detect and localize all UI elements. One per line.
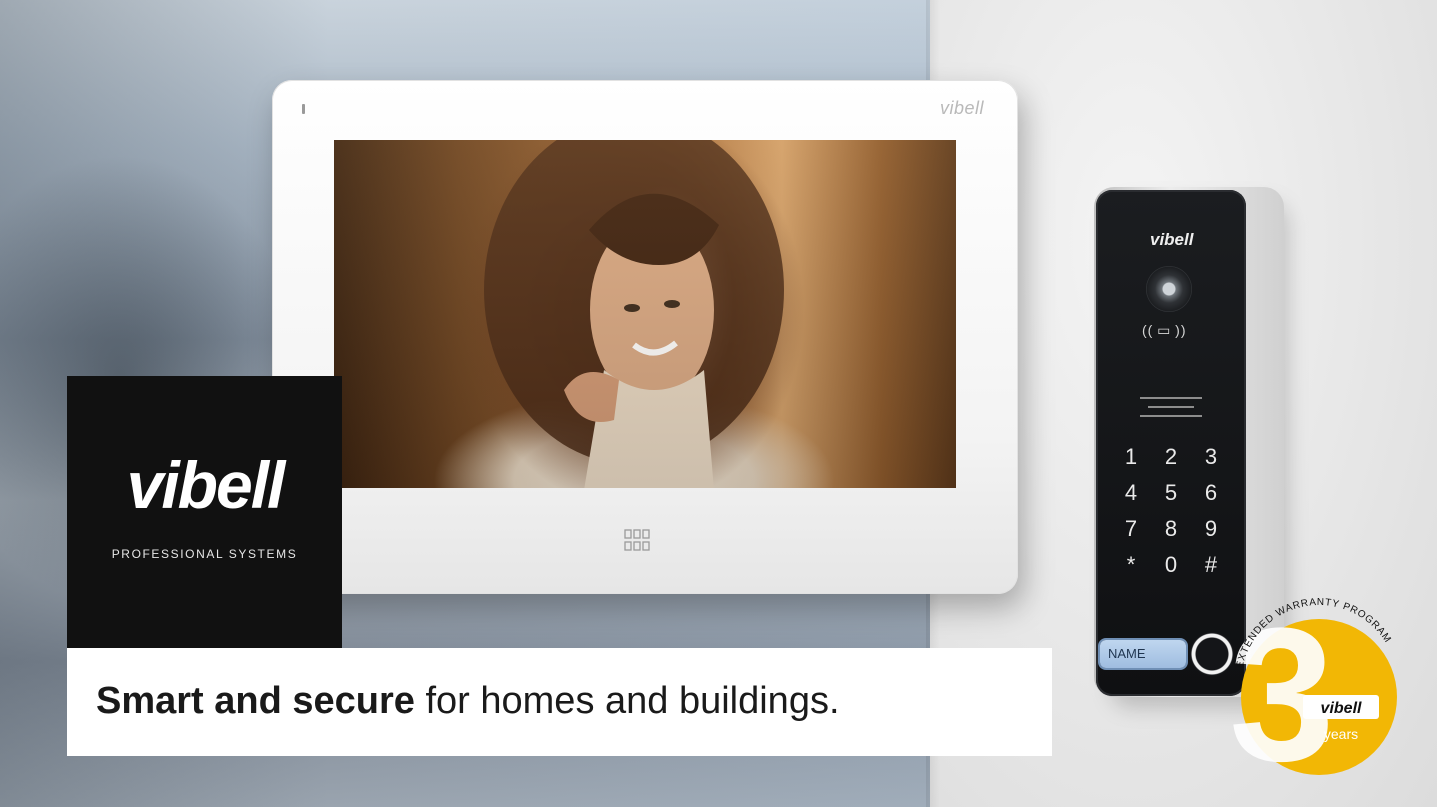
video-intercom-monitor: vibell bbox=[272, 80, 1018, 594]
monitor-screen-photo bbox=[334, 140, 956, 488]
keypad: 1 2 3 4 5 6 7 8 9 * 0 # bbox=[1112, 443, 1230, 578]
badge-years: years bbox=[1324, 726, 1358, 742]
keypad-key[interactable]: 4 bbox=[1112, 479, 1150, 506]
name-plate: NAME bbox=[1100, 640, 1186, 668]
brand-logo-box: vibell PROFESSIONAL SYSTEMS bbox=[67, 376, 342, 652]
brand-subtitle: PROFESSIONAL SYSTEMS bbox=[111, 547, 298, 561]
keypad-key[interactable]: 5 bbox=[1152, 479, 1190, 506]
badge-brand: vibell bbox=[1321, 700, 1362, 717]
door-station-brand: vibell bbox=[1150, 230, 1194, 249]
keypad-key[interactable]: # bbox=[1192, 551, 1230, 578]
keypad-key[interactable]: 0 bbox=[1152, 551, 1190, 578]
tagline-rest: for homes and buildings. bbox=[414, 680, 840, 722]
keypad-key[interactable]: 1 bbox=[1112, 443, 1150, 470]
keypad-key[interactable]: 7 bbox=[1112, 515, 1150, 542]
keypad-key[interactable]: 3 bbox=[1192, 443, 1230, 470]
monitor-brand-label: vibell bbox=[939, 98, 984, 118]
grid-menu-icon bbox=[624, 529, 650, 551]
tagline-box: Smart and secure for homes and buildings… bbox=[67, 648, 1052, 756]
banner: vibell vibell (( ▭ )) 1 2 3 4 5 6 7 8 9 … bbox=[0, 0, 1437, 807]
keypad-key[interactable]: 8 bbox=[1152, 515, 1190, 542]
camera-lens-icon bbox=[1146, 266, 1192, 312]
keypad-key[interactable]: 2 bbox=[1152, 443, 1190, 470]
tagline-bold: Smart and secure bbox=[96, 680, 415, 722]
keypad-key[interactable]: * bbox=[1112, 551, 1150, 578]
keypad-key[interactable]: 9 bbox=[1192, 515, 1230, 542]
monitor-led-indicator bbox=[302, 104, 305, 114]
rfid-reader-icon: (( ▭ )) bbox=[1142, 322, 1187, 338]
smiling-woman-photo bbox=[484, 140, 784, 488]
keypad-key[interactable]: 6 bbox=[1192, 479, 1230, 506]
tagline: Smart and secure for homes and buildings… bbox=[96, 680, 840, 723]
brand-wordmark: vibell bbox=[126, 448, 286, 522]
speaker-grille bbox=[1140, 397, 1202, 417]
warranty-badge: 3 EXTENDED WARRANTY PROGRAM vibell years bbox=[1229, 589, 1397, 781]
